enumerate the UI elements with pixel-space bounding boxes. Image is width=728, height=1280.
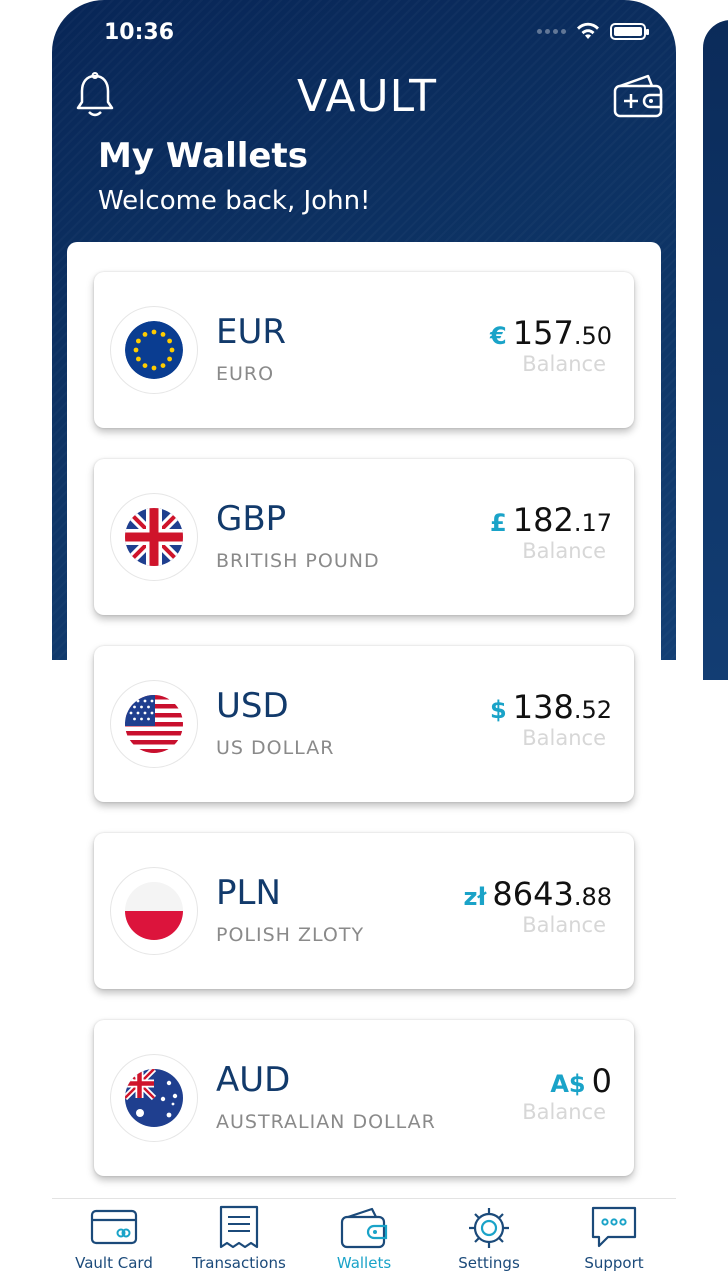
wallet-card-aud[interactable]: AUD AUSTRALIAN DOLLAR A$ 0 Balance <box>94 1020 634 1176</box>
amount-minor: .50 <box>573 322 612 350</box>
balance-label: Balance <box>522 352 606 376</box>
wallet-amount: A$ 0 <box>550 1062 612 1100</box>
australia-flag-icon <box>125 1069 183 1127</box>
card-icon <box>90 1209 138 1245</box>
wallet-card-pln[interactable]: PLN POLISH ZLOTY zł 8643 .88 Balance <box>94 833 634 989</box>
tab-settings[interactable]: Settings <box>427 1199 551 1280</box>
currency-symbol: $ <box>490 696 507 724</box>
tab-bar: Vault Card Transactions Wallets Settings… <box>52 1198 676 1280</box>
wallet-amount: £ 182 .17 <box>490 501 612 539</box>
currency-code: EUR <box>216 312 286 352</box>
tab-label: Wallets <box>336 1254 392 1272</box>
add-wallet-icon[interactable] <box>612 72 664 120</box>
tab-wallets[interactable]: Wallets <box>302 1199 426 1280</box>
welcome-subtitle: Welcome back, John! <box>98 186 371 216</box>
currency-symbol: A$ <box>550 1070 586 1098</box>
balance-label: Balance <box>522 726 606 750</box>
chat-bubble-icon <box>591 1206 637 1248</box>
wallet-amount: $ 138 .52 <box>490 688 612 726</box>
poland-flag-icon <box>125 882 183 940</box>
currency-name: BRITISH POUND <box>216 550 380 572</box>
amount-minor: .17 <box>573 509 612 537</box>
wallet-icon <box>340 1207 388 1249</box>
tab-support[interactable]: Support <box>552 1199 676 1280</box>
amount-major: 8643 <box>492 875 574 913</box>
currency-symbol: zł <box>463 883 487 911</box>
tab-label: Transactions <box>192 1254 286 1272</box>
wallet-card-eur[interactable]: EUR EURO € 157 .50 Balance <box>94 272 634 428</box>
status-icons <box>537 22 649 40</box>
wallet-amount: zł 8643 .88 <box>464 875 612 913</box>
balance-label: Balance <box>522 539 606 563</box>
currency-symbol: € <box>490 322 507 350</box>
flag-container <box>110 1054 198 1142</box>
currency-code: PLN <box>216 873 281 913</box>
receipt-icon <box>219 1205 259 1249</box>
status-time: 10:36 <box>104 20 175 45</box>
us-flag-icon <box>125 695 183 753</box>
tab-vault-card[interactable]: Vault Card <box>52 1199 176 1280</box>
balance-label: Balance <box>522 1100 606 1124</box>
gear-icon <box>469 1208 509 1248</box>
currency-code: GBP <box>216 499 287 539</box>
currency-name: AUSTRALIAN DOLLAR <box>216 1111 436 1133</box>
currency-code: AUD <box>216 1060 291 1100</box>
balance-label: Balance <box>522 913 606 937</box>
tab-label: Settings <box>458 1254 520 1272</box>
currency-name: US DOLLAR <box>216 737 335 759</box>
amount-major: 138 <box>512 688 574 726</box>
vault-logo: VAULT <box>297 71 437 122</box>
wallet-card-gbp[interactable]: GBP BRITISH POUND £ 182 .17 Balance <box>94 459 634 615</box>
currency-name: EURO <box>216 363 275 385</box>
phone-screen: 10:36 VAULT My Wallets Welcome back, Joh… <box>52 0 676 1280</box>
flag-container <box>110 306 198 394</box>
amount-minor: .52 <box>573 696 612 724</box>
amount-minor: .88 <box>573 883 612 911</box>
flag-container <box>110 493 198 581</box>
page-title: My Wallets <box>98 136 308 176</box>
currency-code: USD <box>216 686 289 726</box>
amount-major: 157 <box>512 314 574 352</box>
flag-container <box>110 867 198 955</box>
wallets-panel: EUR EURO € 157 .50 Balance GBP BRITISH P… <box>67 242 661 1280</box>
signal-icon <box>537 28 566 34</box>
tab-label: Vault Card <box>75 1254 153 1272</box>
currency-name: POLISH ZLOTY <box>216 924 365 946</box>
next-screen-edge <box>703 20 728 680</box>
currency-symbol: £ <box>490 509 507 537</box>
amount-major: 0 <box>591 1062 612 1100</box>
wallet-card-usd[interactable]: USD US DOLLAR $ 138 .52 Balance <box>94 646 634 802</box>
wifi-icon <box>577 22 599 39</box>
uk-flag-icon <box>125 508 183 566</box>
bell-icon[interactable] <box>74 72 116 120</box>
flag-container <box>110 680 198 768</box>
battery-icon <box>610 22 649 40</box>
tab-label: Support <box>584 1254 644 1272</box>
tab-transactions[interactable]: Transactions <box>177 1199 301 1280</box>
amount-major: 182 <box>512 501 574 539</box>
wallet-amount: € 157 .50 <box>490 314 612 352</box>
eu-flag-icon <box>125 321 183 379</box>
